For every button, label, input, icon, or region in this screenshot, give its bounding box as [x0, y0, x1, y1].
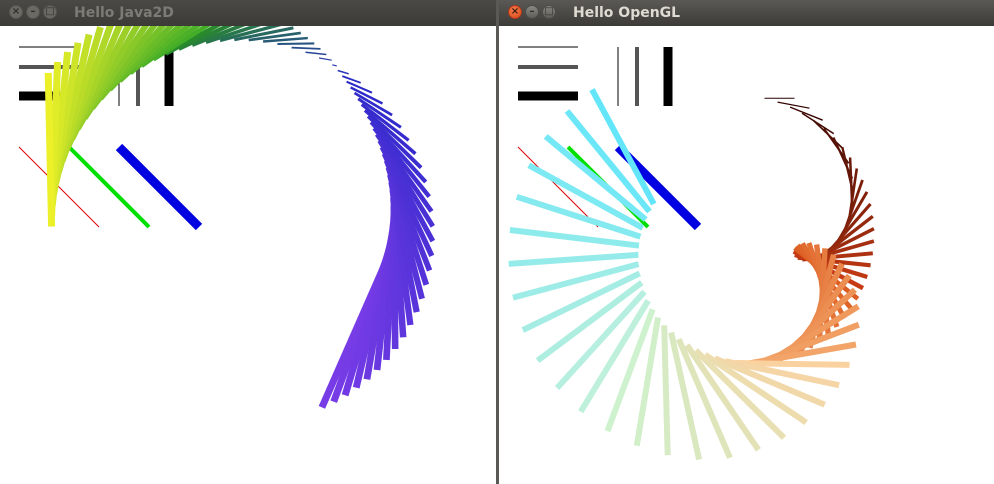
- java2d-spiral: [44, 26, 436, 409]
- close-button[interactable]: ×: [9, 5, 23, 19]
- maximize-icon: □: [544, 6, 554, 17]
- spiral-spoke: [789, 106, 823, 121]
- maximize-button[interactable]: □: [542, 5, 556, 19]
- java2d-titlebar[interactable]: × – □ Hello Java2D: [0, 0, 496, 26]
- close-icon: ×: [11, 6, 21, 17]
- spiral-stroke: [44, 72, 56, 227]
- window-title: Hello OpenGL: [573, 5, 681, 21]
- opengl-titlebar[interactable]: × – □ Hello OpenGL: [499, 0, 994, 26]
- maximize-button[interactable]: □: [43, 5, 57, 19]
- spiral-spoke: [777, 101, 810, 109]
- minimize-icon: –: [529, 6, 535, 17]
- spiral-stroke: [277, 42, 315, 46]
- spiral-spoke: [508, 251, 639, 267]
- spiral-spoke: [801, 112, 835, 135]
- minimize-button[interactable]: –: [26, 5, 40, 19]
- spiral-spoke: [661, 325, 671, 456]
- spiral-stroke: [263, 36, 308, 43]
- minimize-button[interactable]: –: [525, 5, 539, 19]
- spiral-stroke: [318, 57, 332, 61]
- spiral-stroke: [305, 51, 327, 56]
- maximize-icon: □: [45, 6, 55, 17]
- minimize-icon: –: [30, 6, 36, 17]
- opengl-window: × – □ Hello OpenGL: [499, 0, 994, 484]
- spiral-stroke: [341, 75, 362, 84]
- java2d-window: × – □ Hello Java2D: [0, 0, 496, 484]
- close-icon: ×: [510, 6, 520, 17]
- spiral-stroke: [291, 46, 321, 50]
- opengl-canvas: [508, 46, 875, 461]
- diag-line-red: [517, 146, 599, 228]
- spiral-stroke: [332, 64, 337, 67]
- spiral-stroke: [337, 69, 349, 75]
- java2d-canvas: [18, 26, 436, 409]
- spiral-spoke: [589, 88, 657, 206]
- diag-line-blue: [115, 143, 203, 231]
- opengl-spiral: [508, 88, 875, 461]
- close-button[interactable]: ×: [508, 5, 522, 19]
- window-title: Hello Java2D: [74, 5, 174, 21]
